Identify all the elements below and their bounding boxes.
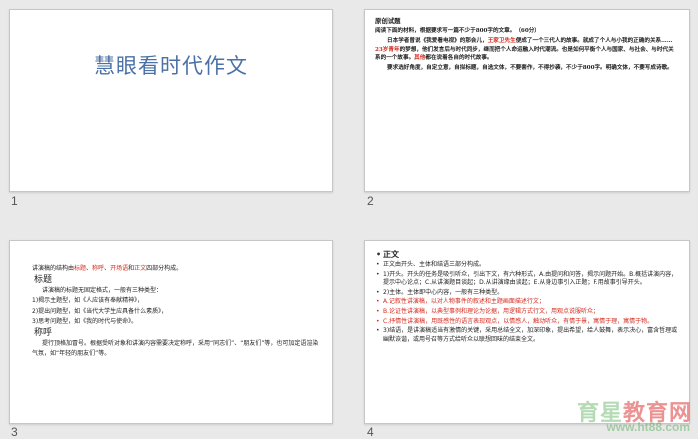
text-line: 讲演稿的标题无固定格式，一般有三种类型： (42, 287, 163, 295)
highlighted-text: 王家卫先生 (487, 38, 516, 45)
text-run: 便成了一个三代人的故事。就成了个人与小我的正确的关系…… (515, 38, 673, 45)
prompt-text: 阅读下面的材料，根据要求写一篇不少于800字的文章。（60分） (375, 28, 540, 34)
text-run: 日本学者曾说《我爱看电视》的那会儿， (387, 38, 488, 45)
bullet-item: 3)结语，是讲演稿适当有激情的关键，采用总结全文，加深印象，提出希望，给人鼓舞，… (375, 327, 679, 344)
slide-number: 4 (367, 425, 374, 439)
highlighted-text: 标题 (74, 265, 87, 272)
text-run: 都在说着各自的时代故事。 (425, 54, 493, 61)
bullet-item: 2)主体。主体即中心内容，一般有三种类型。 (375, 289, 679, 298)
text-line: 提行顶格加冒号。根据受听对象和讲演内容需要决定称呼，采用“同志们”、“朋友们”等… (32, 340, 319, 358)
bullet-item: C.抒情性讲演稿，用既感性的语言表现观点，以情感人，触动听众，有情于景，寓情于理… (375, 318, 679, 327)
text-run: 讲演稿的结构由 (32, 265, 75, 272)
slide-thumbnail-3[interactable]: 讲演稿的结构由标题、称呼、开场语和正文四部分构成。 标题 讲演稿的标题无固定格式… (9, 240, 333, 424)
requirement-paragraph: 要求选好角度，自定立意，自拟标题，自选文体，不要套作，不得抄袭，不少于800字。… (387, 65, 673, 72)
bullet-item: 正文由开头、主体和结语三部分构成。 (375, 261, 679, 270)
highlighted-text: 正文 (134, 265, 147, 272)
slide-number: 2 (367, 194, 374, 208)
slide-title: 慧眼看时代作文 (94, 54, 248, 78)
slide-number: 1 (11, 194, 18, 208)
section-heading-salutation: 称呼 (34, 328, 53, 339)
bullet-item: 1)开头。开头的任务是吸引听众，引出下文，有六种形式，A.由提问和问答，揭示问题… (375, 271, 679, 288)
bullet-item: A.记叙性讲演稿，以对人物事件的叙述和主题画面描述行文； (375, 298, 679, 307)
material-paragraph: 日本学者曾说《我爱看电视》的那会儿，王家卫先生便成了一个三代人的故事。就成了个人… (375, 37, 679, 62)
bullet-item: B.论证性讲演稿，以典型事例和理论为论据，用逻辑方式行文，用观点说服听众； (375, 308, 679, 317)
slide-number: 3 (11, 425, 18, 439)
slide-heading: 原创试题 (375, 17, 401, 25)
text-run: 四部分构成。 (146, 265, 183, 272)
text-line: 3)思考问题型，如《我的时代与使命》。 (32, 317, 138, 325)
highlighted-text: 其他 (414, 54, 426, 61)
bullet-list: 正文由开头、主体和结语三部分构成。1)开头。开头的任务是吸引听众，引出下文，有六… (375, 261, 679, 344)
slide-thumbnail-2[interactable]: 原创试题 阅读下面的材料，根据要求写一篇不少于800字的文章。（60分） 日本学… (364, 9, 690, 192)
slide-thumbnail-1[interactable]: 慧眼看时代作文 (9, 9, 333, 192)
section-heading-title: 标题 (34, 275, 53, 286)
slide-thumbnail-4[interactable]: 正文 正文由开头、主体和结语三部分构成。1)开头。开头的任务是吸引听众，引出下文… (364, 240, 690, 424)
structure-intro: 讲演稿的结构由标题、称呼、开场语和正文四部分构成。 (32, 264, 320, 274)
slide-heading: 正文 (375, 250, 679, 260)
highlighted-text: 开场语 (110, 265, 129, 272)
highlighted-text: 称呼 (92, 265, 105, 272)
highlighted-text: 23岁青年 (375, 46, 400, 53)
text-line: 2)提出问题型，如《当代大学生应具备什么素质》， (32, 307, 168, 315)
text-line: 1)揭示主题型，如《人应该有奉献精神》， (32, 297, 144, 305)
